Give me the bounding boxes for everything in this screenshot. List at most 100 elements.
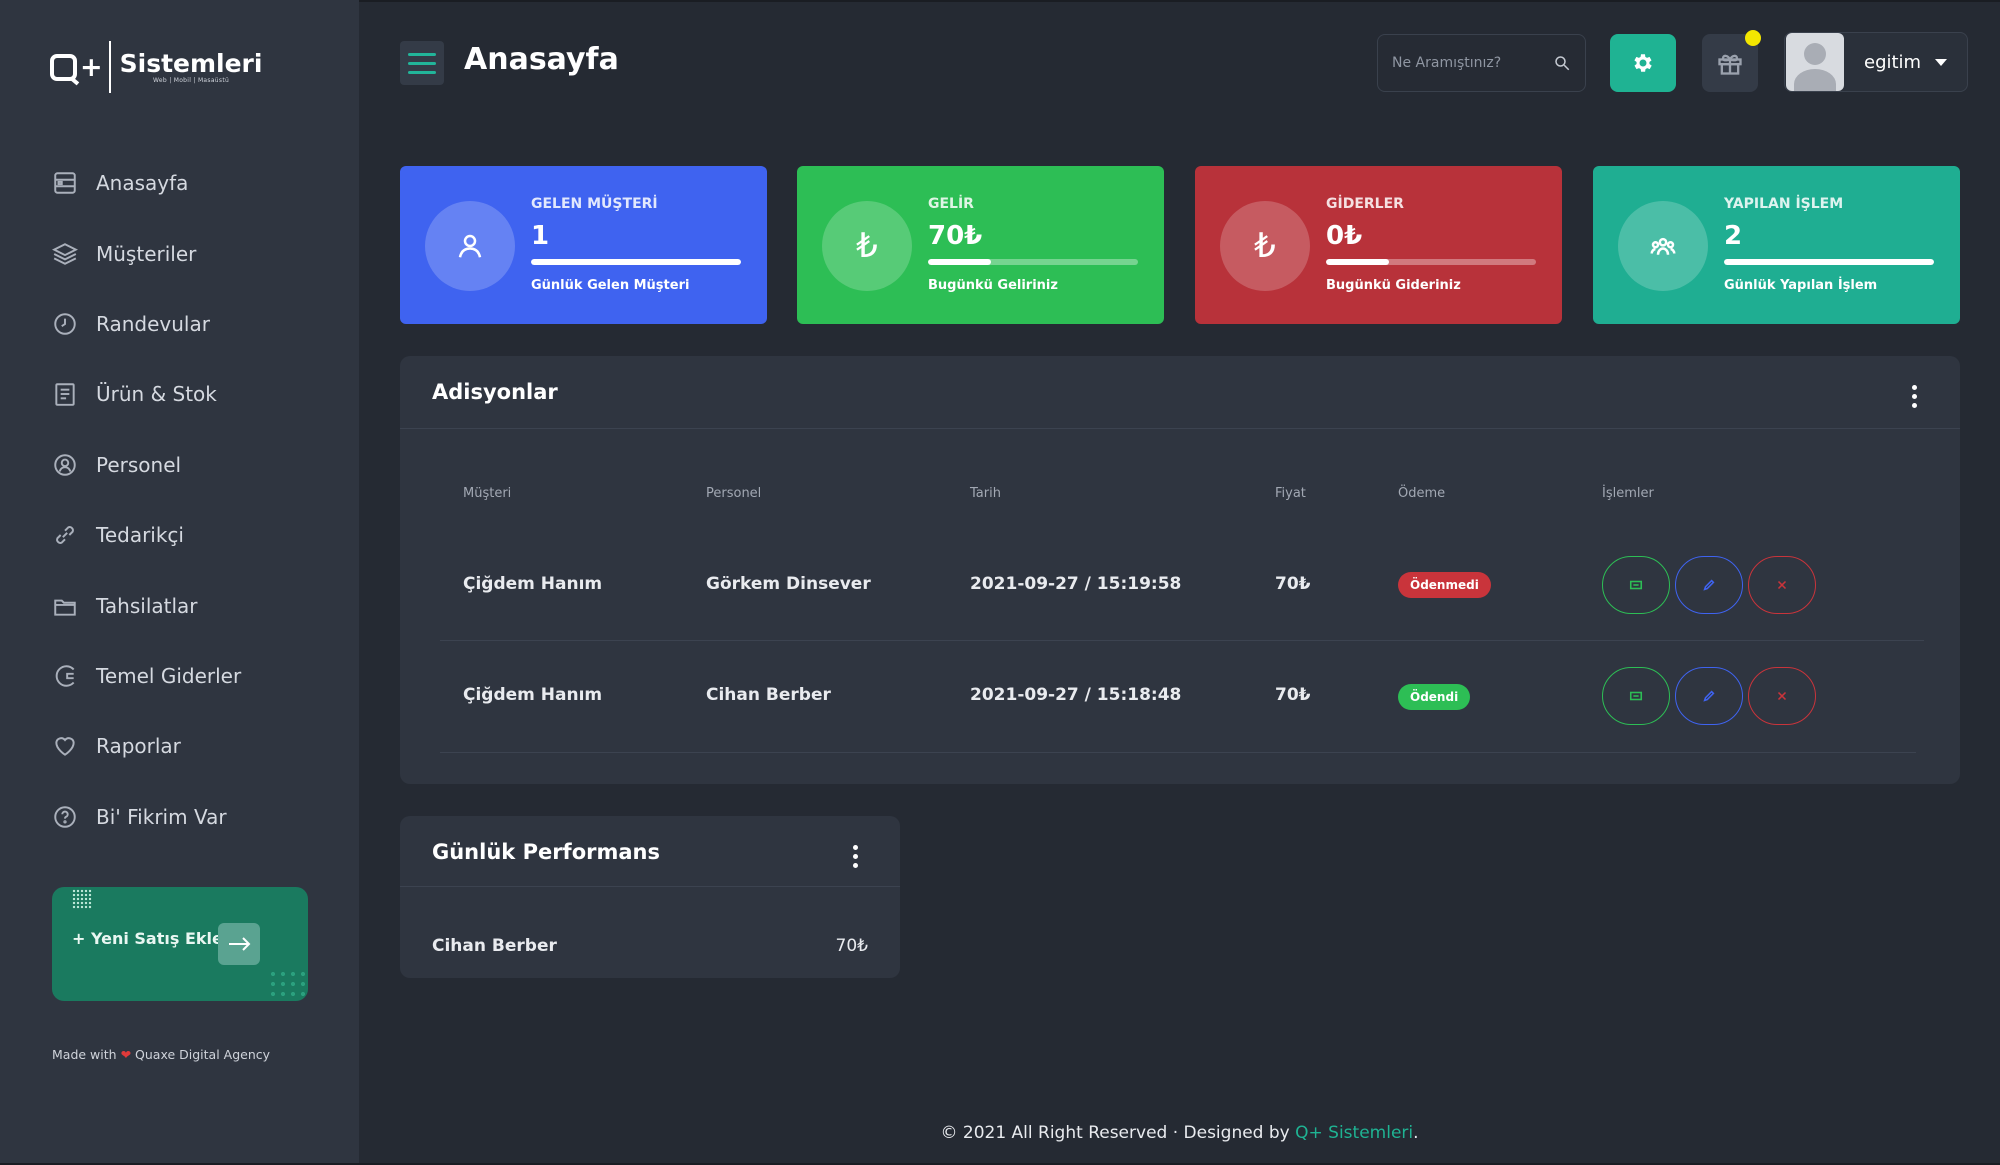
cell-musteri: Çiğdem Hanım — [463, 685, 603, 705]
sidebar-item-label: Tahsilatlar — [96, 593, 198, 618]
footer-text: © 2021 All Right Reserved · Designed by — [940, 1123, 1290, 1143]
gear-icon — [1634, 54, 1652, 72]
search-icon[interactable] — [1553, 54, 1571, 72]
sidebar-item-label: Tedarikçi — [96, 523, 184, 548]
logo[interactable]: + Sistemleri Web | Mobil | Masaüstü — [50, 40, 262, 94]
sidebar-item-anasayfa[interactable]: Anasayfa — [50, 148, 340, 218]
stat-cards: GELEN MÜŞTERİ 1 Günlük Gelen Müşteri ₺ G… — [400, 166, 1960, 324]
stat-value: 0₺ — [1326, 221, 1363, 251]
receipt-icon — [1629, 691, 1643, 701]
cell-musteri: Çiğdem Hanım — [463, 574, 603, 594]
close-icon — [1777, 580, 1787, 590]
settings-button[interactable] — [1610, 34, 1676, 92]
new-sale-label: + Yeni Satış Ekle — [72, 929, 223, 948]
dashboard-icon — [50, 168, 80, 198]
sidebar-item-personel[interactable]: Personel — [50, 430, 340, 500]
panel-title: Günlük Performans — [432, 840, 660, 864]
cell-personel: Cihan Berber — [706, 685, 831, 705]
search-box — [1377, 34, 1586, 92]
folder-icon — [50, 591, 80, 621]
footer-brand-link[interactable]: Q+ Sistemleri — [1295, 1123, 1413, 1143]
delete-button[interactable] — [1748, 556, 1816, 614]
question-icon — [50, 802, 80, 832]
sidebar-item-tedarikci[interactable]: Tedarikçi — [50, 500, 340, 570]
edit-button[interactable] — [1675, 667, 1743, 725]
avatar — [1786, 33, 1844, 91]
sidebar-item-label: Anasayfa — [96, 171, 189, 196]
stat-subtitle: Bugünkü Geliriniz — [928, 278, 1058, 293]
stat-progress-bar — [928, 259, 1138, 265]
sidebar-item-label: Ürün & Stok — [96, 382, 217, 407]
decoration-dots — [268, 969, 308, 1001]
menu-toggle-button[interactable] — [400, 41, 444, 85]
stat-progress-bar — [531, 259, 741, 265]
lira-icon: ₺ — [1220, 201, 1310, 291]
clock-icon — [50, 309, 80, 339]
sidebar: + Sistemleri Web | Mobil | Masaüstü Anas… — [0, 0, 359, 1165]
view-button[interactable] — [1602, 667, 1670, 725]
more-options-icon[interactable] — [1910, 385, 1918, 408]
cell-fiyat: 70₺ — [1275, 574, 1311, 594]
delete-button[interactable] — [1748, 667, 1816, 725]
stat-label: GELEN MÜŞTERİ — [531, 196, 658, 212]
sidebar-item-temel-giderler[interactable]: Temel Giderler — [50, 641, 340, 711]
sidebar-item-urun-stok[interactable]: Ürün & Stok — [50, 359, 340, 429]
column-header: Ödeme — [1398, 486, 1446, 501]
edit-button[interactable] — [1675, 556, 1743, 614]
row-divider — [440, 640, 1924, 641]
search-input[interactable] — [1392, 55, 1542, 71]
pencil-icon — [1703, 690, 1715, 702]
new-sale-card[interactable]: + Yeni Satış Ekle — [52, 887, 308, 1001]
status-badge: Ödendi — [1398, 684, 1471, 710]
new-sale-button[interactable] — [218, 923, 260, 965]
sidebar-item-randevular[interactable]: Randevular — [50, 289, 340, 359]
sidebar-item-label: Bi' Fikrim Var — [96, 804, 227, 829]
sidebar-item-raporlar[interactable]: Raporlar — [50, 711, 340, 781]
stat-subtitle: Günlük Gelen Müşteri — [531, 278, 690, 293]
stat-card-gelen-musteri: GELEN MÜŞTERİ 1 Günlük Gelen Müşteri — [400, 166, 767, 324]
made-with-credit: Made with ❤ Quaxe Digital Agency — [52, 1047, 270, 1062]
cell-tarih: 2021-09-27 / 15:19:58 — [970, 574, 1182, 594]
logo-name: Sistemleri — [119, 48, 263, 78]
stat-progress-bar — [1724, 259, 1934, 265]
divider — [400, 886, 900, 887]
stat-subtitle: Bugünkü Gideriniz — [1326, 278, 1461, 293]
stat-card-gelir: ₺ GELİR 70₺ Bugünkü Geliriniz — [797, 166, 1164, 324]
stat-value: 2 — [1724, 221, 1743, 251]
heart-icon — [50, 731, 80, 761]
stat-card-yapilan-islem: YAPILAN İŞLEM 2 Günlük Yapılan İşlem — [1593, 166, 1960, 324]
stat-label: GİDERLER — [1326, 196, 1404, 212]
panel-title: Adisyonlar — [432, 380, 558, 404]
stat-progress-fill — [928, 259, 991, 265]
layers-icon — [50, 239, 80, 269]
expense-icon — [50, 661, 80, 691]
clipboard-icon — [50, 379, 80, 409]
performans-panel: Günlük Performans Cihan Berber 70₺ — [400, 816, 900, 978]
heart-icon: ❤ — [120, 1047, 132, 1062]
username: egitim — [1864, 51, 1922, 73]
made-with-suffix: Quaxe Digital Agency — [135, 1047, 271, 1062]
logo-subtitle: Web | Mobil | Masaüstü — [153, 76, 230, 84]
group-icon — [1618, 201, 1708, 291]
more-options-icon[interactable] — [851, 845, 859, 868]
stat-progress-fill — [1326, 259, 1389, 265]
sidebar-item-tahsilatlar[interactable]: Tahsilatlar — [50, 570, 340, 640]
user-circle-icon — [50, 450, 80, 480]
cell-fiyat: 70₺ — [1275, 685, 1311, 705]
sidebar-item-label: Temel Giderler — [96, 663, 242, 688]
row-divider — [440, 752, 1916, 753]
link-icon — [50, 520, 80, 550]
decoration-dots — [72, 889, 92, 909]
column-header: Fiyat — [1275, 486, 1306, 501]
view-button[interactable] — [1602, 556, 1670, 614]
user-icon — [425, 201, 515, 291]
sidebar-item-label: Personel — [96, 452, 182, 477]
user-menu[interactable]: egitim — [1784, 32, 1968, 92]
sidebar-item-musteriler[interactable]: Müşteriler — [50, 218, 340, 288]
chevron-down-icon — [1935, 58, 1947, 66]
column-header: İşlemler — [1602, 486, 1654, 501]
sidebar-item-fikir[interactable]: Bi' Fikrim Var — [50, 782, 340, 852]
logo-separator — [108, 41, 111, 93]
cell-tarih: 2021-09-27 / 15:18:48 — [970, 685, 1182, 705]
sidebar-nav: Anasayfa Müşteriler Randevular Ürün & St… — [50, 148, 340, 852]
